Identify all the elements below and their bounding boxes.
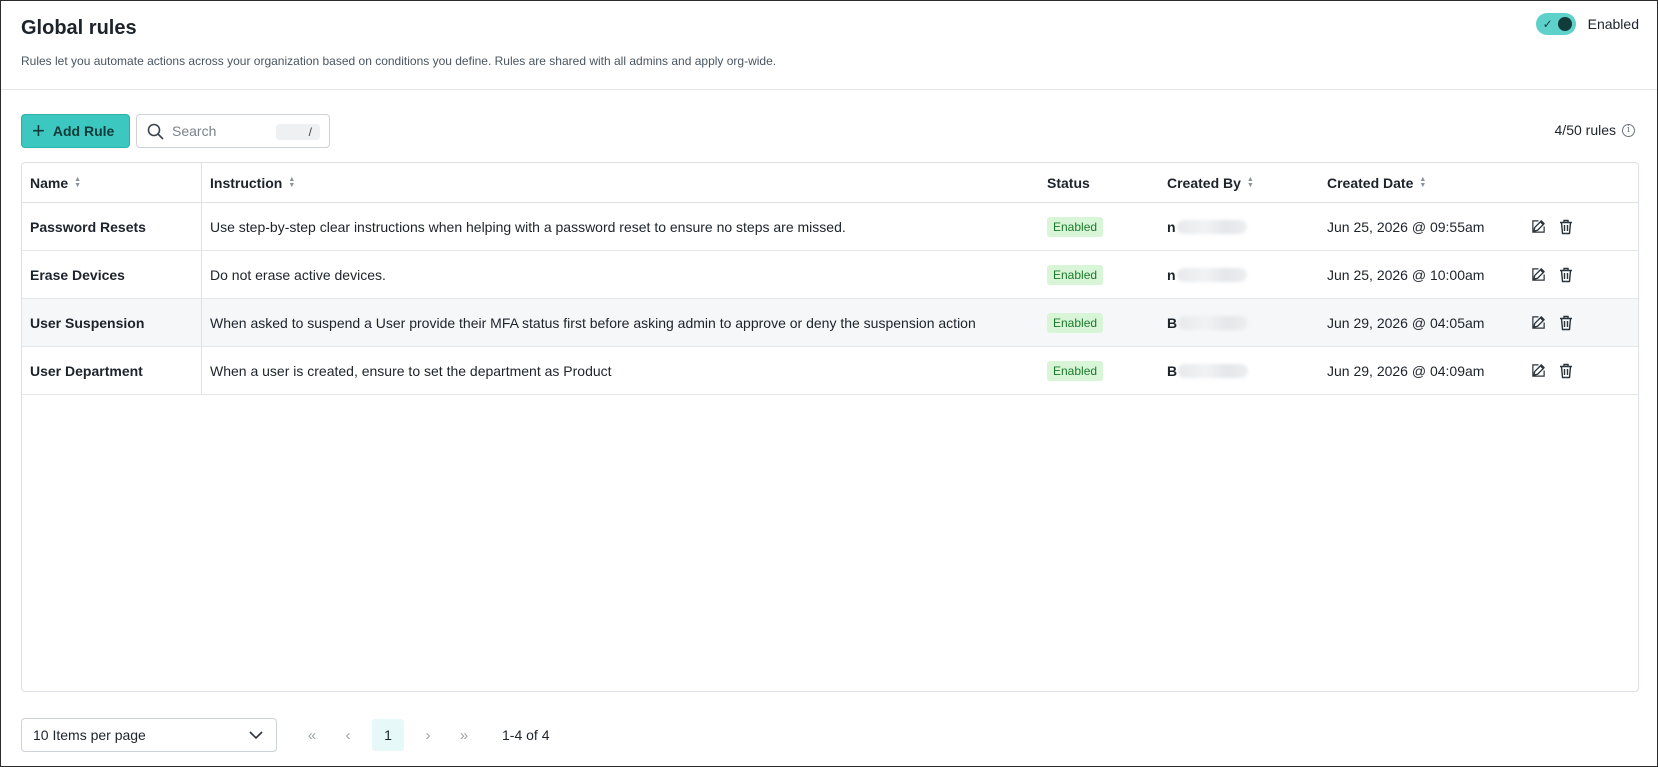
sort-icon: ▲ ▼ [74,175,82,189]
plus-icon: + [32,118,45,143]
search-icon [147,123,164,139]
created-by-cell: n [1167,203,1247,250]
toggle-knob [1557,17,1572,31]
column-header-status: Status [1047,163,1090,202]
column-header-label: Name [30,174,69,191]
status-cell: Enabled [1047,203,1104,250]
search-box: / [136,114,330,148]
items-per-page-select[interactable]: 10 Items per page [21,718,277,752]
row-actions [1530,347,1574,394]
created-date: Jun 29, 2026 @ 04:09am [1327,362,1485,379]
status-badge: Enabled [1047,216,1104,237]
created-date: Jun 29, 2026 @ 04:05am [1327,314,1485,331]
trash-icon[interactable] [1558,267,1574,283]
items-per-page-value: 10 Items per page [33,727,146,743]
status-cell: Enabled [1047,251,1104,298]
next-page-icon[interactable]: › [412,719,444,751]
page-description: Rules let you automate actions across yo… [21,54,777,68]
redacted-name [1178,315,1249,330]
rule-instruction: When asked to suspend a User provide the… [210,314,976,331]
row-actions [1530,299,1574,346]
pagination: « ‹ 1 › » 1-4 of 4 [296,718,549,752]
add-rule-label: Add Rule [52,123,115,139]
redacted-name [1176,219,1247,234]
rules-table: Name ▲ ▼ Instruction ▲ ▼ Status Created By… [21,162,1639,692]
row-actions [1530,203,1574,250]
status-badge: Enabled [1047,312,1104,333]
search-input[interactable] [172,123,272,139]
created-by: B [1167,362,1178,379]
search-shortcut-key: / [276,124,320,140]
rule-name: Password Resets [22,203,202,250]
column-header-instruction[interactable]: Instruction ▲ ▼ [202,163,295,202]
sort-icon: ▲ ▼ [1246,175,1254,189]
pagination-range: 1-4 of 4 [502,727,550,743]
toggle-label: Enabled [1587,16,1639,32]
column-header-label: Status [1047,174,1090,191]
table-row[interactable]: Password Resets Use step-by-step clear i… [22,203,1638,251]
created-date: Jun 25, 2026 @ 10:00am [1327,266,1485,283]
status-cell: Enabled [1047,299,1104,346]
prev-page-icon[interactable]: ‹ [332,719,364,751]
chevron-down-icon [249,731,263,740]
column-header-label: Created Date [1327,174,1414,191]
rule-name: Erase Devices [22,251,202,298]
column-header-created-by[interactable]: Created By ▲ ▼ [1167,163,1254,202]
status-badge: Enabled [1047,360,1104,381]
rule-count-text: 4/50 rules [1554,122,1616,138]
page-title: Global rules [21,17,137,39]
edit-icon[interactable] [1530,267,1546,283]
status-cell: Enabled [1047,347,1104,394]
created-by-cell: B [1167,347,1249,394]
sort-icon: ▲ ▼ [1419,175,1427,189]
info-icon[interactable]: i [1622,123,1635,137]
column-header-name[interactable]: Name ▲ ▼ [22,163,202,202]
created-by: n [1167,218,1176,235]
column-header-created-date[interactable]: Created Date ▲ ▼ [1327,163,1426,202]
trash-icon[interactable] [1558,315,1574,331]
redacted-name [1176,267,1247,282]
rule-instruction: Do not erase active devices. [210,266,386,283]
created-date: Jun 25, 2026 @ 09:55am [1327,218,1485,235]
created-by-cell: B [1167,299,1249,346]
created-by-cell: n [1167,251,1247,298]
table-row[interactable]: User Suspension When asked to suspend a … [22,299,1638,347]
trash-icon[interactable] [1558,219,1574,235]
rule-name: User Suspension [22,299,202,346]
column-header-label: Created By [1167,174,1241,191]
page-header: Global rules Rules let you automate acti… [1,1,1657,90]
global-rules-toggle-group: ✓ Enabled [1535,13,1639,35]
rule-instruction: When a user is created, ensure to set th… [210,362,612,379]
first-page-icon[interactable]: « [296,719,328,751]
page-button-current[interactable]: 1 [372,719,404,751]
rule-name: User Department [22,347,202,394]
edit-icon[interactable] [1530,219,1546,235]
table-header-row: Name ▲ ▼ Instruction ▲ ▼ Status Created By… [22,163,1638,203]
status-badge: Enabled [1047,264,1104,285]
global-rules-toggle[interactable]: ✓ [1535,13,1576,35]
created-by: n [1167,266,1176,283]
check-icon: ✓ [1542,17,1553,31]
table-row[interactable]: User Department When a user is created, … [22,347,1638,395]
row-actions [1530,251,1574,298]
rule-count: 4/50 rules i [1555,122,1635,138]
sort-icon: ▲ ▼ [288,175,296,189]
edit-icon[interactable] [1530,315,1546,331]
edit-icon[interactable] [1530,363,1546,379]
column-header-label: Instruction [210,174,283,191]
last-page-icon[interactable]: » [448,719,480,751]
add-rule-button[interactable]: + Add Rule [21,114,130,148]
trash-icon[interactable] [1558,363,1574,379]
created-by: B [1167,314,1178,331]
table-row[interactable]: Erase Devices Do not erase active device… [22,251,1638,299]
redacted-name [1178,363,1249,378]
rule-instruction: Use step-by-step clear instructions when… [210,218,846,235]
